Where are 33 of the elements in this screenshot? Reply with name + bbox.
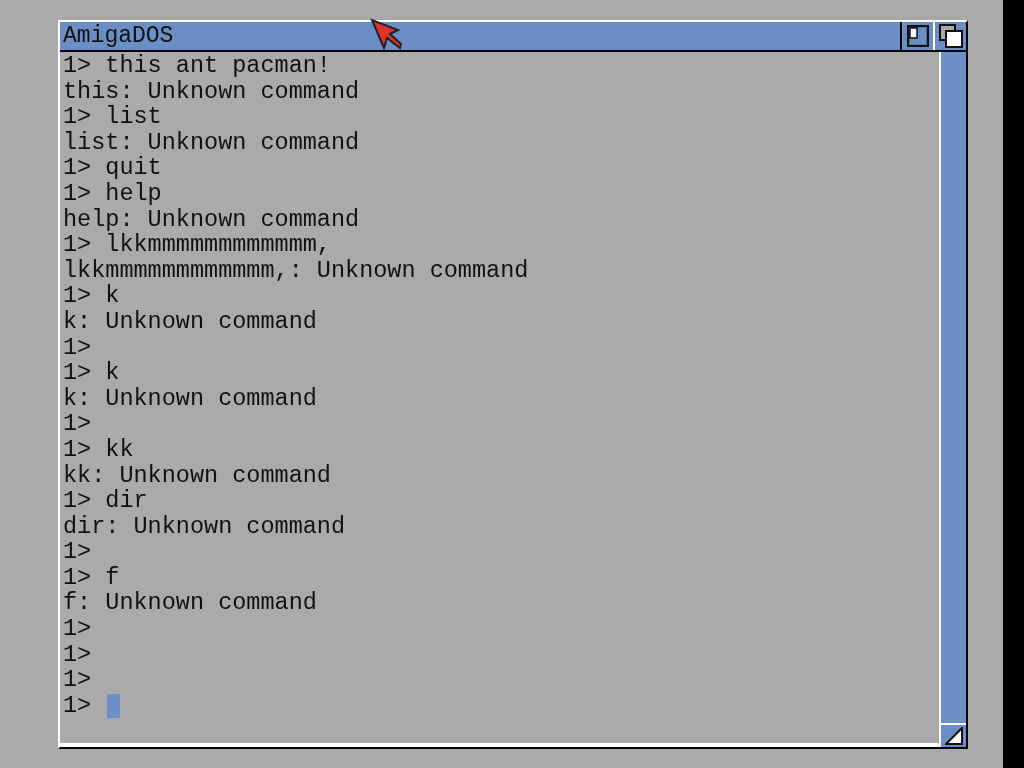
resize-icon <box>944 727 963 745</box>
console-line: 1> <box>63 334 92 361</box>
console-line: 1> <box>63 539 92 565</box>
window-title: AmigaDOS <box>63 23 174 49</box>
console-line: 1> <box>63 641 92 668</box>
console-line: 1> <box>63 616 92 642</box>
resize-gadget[interactable] <box>941 723 966 747</box>
console-line: f: Unknown command <box>63 590 317 617</box>
console-line: list: Unknown command <box>63 129 360 156</box>
console-line: 1> kk <box>63 436 134 463</box>
console-line: this: Unknown command <box>63 78 360 105</box>
console-line: 1> <box>63 411 92 437</box>
console-line: kk: Unknown command <box>63 462 331 489</box>
zoom-icon <box>906 25 929 47</box>
console-line: 1> k <box>63 360 120 386</box>
console-line: 1> <box>63 667 92 693</box>
console-line: 1> f <box>63 564 120 591</box>
console-line: 1> quit <box>63 155 162 181</box>
console-line: k: Unknown command <box>63 385 317 412</box>
console-line: 1> dir <box>63 488 148 514</box>
console-line: 1> k <box>63 283 120 309</box>
console-line: help: Unknown command <box>63 206 360 233</box>
depth-icon <box>938 24 963 48</box>
console-line: 1> help <box>63 180 162 207</box>
mouse-pointer-icon <box>370 18 402 52</box>
console-line: dir: Unknown command <box>63 513 346 540</box>
console-line: 1> list <box>63 104 162 130</box>
depth-gadget[interactable] <box>933 22 966 50</box>
console-line: 1> this ant pacman! <box>63 53 331 79</box>
console-line: 1> lkkmmmmmmmmmmmm, <box>63 232 331 258</box>
console-line: lkkmmmmmmmmmmmm,: Unknown command <box>63 257 529 284</box>
console-line: k: Unknown command <box>63 308 317 335</box>
console-line: 1> <box>63 692 92 719</box>
